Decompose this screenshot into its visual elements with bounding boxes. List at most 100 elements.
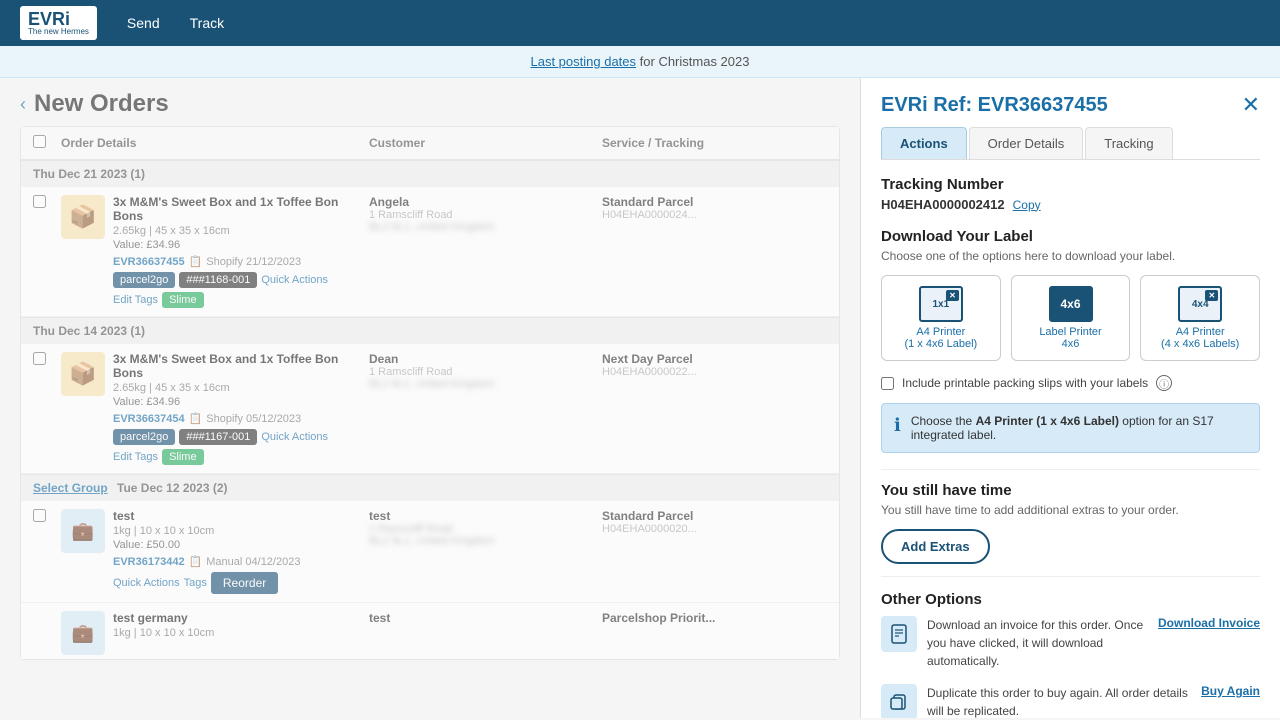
left-panel: ‹ New Orders Order Details Customer Serv… (0, 78, 860, 718)
label-options-row: 1x1 ✕ A4 Printer(1 x 4x6 Label) 4x6 Labe… (881, 275, 1260, 361)
order-image: 📦 (61, 352, 105, 396)
order-ref: EVR36173442 (113, 556, 185, 568)
order-details: test 1kg | 10 x 10 x 10cm Value: £50.00 … (113, 509, 361, 594)
order-ref-row: EVR36637455 📋 Shopify 21/12/2023 parcel2… (113, 255, 361, 308)
order-customer: Dean 1 Ramscliff RoadBL2 9L1, United Kin… (369, 352, 594, 390)
copy-tracking-link[interactable]: Copy (1013, 198, 1041, 212)
divider-2 (881, 576, 1260, 577)
tab-actions[interactable]: Actions (881, 127, 967, 159)
label-option-label-2: Label Printer4x6 (1018, 326, 1124, 350)
label-option-printer-4x6[interactable]: 4x6 Label Printer4x6 (1011, 275, 1131, 361)
reorder-button[interactable]: Reorder (211, 572, 278, 594)
badge-platform[interactable]: parcel2go (113, 429, 175, 445)
order-meta: 2.65kg | 45 x 35 x 16cm (113, 382, 361, 394)
drawer-close-button[interactable]: ✕ (1242, 94, 1260, 116)
drawer-content: Tracking Number H04EHA0000002412 Copy Do… (861, 160, 1280, 718)
buy-again-link[interactable]: Buy Again (1201, 684, 1260, 698)
edit-tags-link[interactable]: Edit Tags (113, 451, 158, 463)
logo-sub: The new Hermes (28, 28, 89, 36)
tracking-number-value: H04EHA0000002412 (881, 197, 1005, 212)
drawer-panel: EVRi Ref: EVR36637455 ✕ Actions Order De… (860, 78, 1280, 718)
packing-slip-info-icon[interactable]: ⓘ (1156, 375, 1172, 391)
label-option-label-3: A4 Printer(4 x 4x6 Labels) (1147, 326, 1253, 350)
order-name: test germany (113, 611, 361, 625)
order-service: Parcelshop Priorit... (602, 611, 827, 625)
orders-table: Order Details Customer Service / Trackin… (20, 126, 840, 660)
logo: EVRi The new Hermes (20, 6, 97, 40)
drawer-title: EVRi Ref: EVR36637455 (881, 94, 1108, 117)
main-layout: ‹ New Orders Order Details Customer Serv… (0, 78, 1280, 718)
order-customer: test (369, 611, 594, 625)
announcement-link[interactable]: Last posting dates (531, 54, 637, 69)
badge-order-id: ###1168-001 (179, 272, 257, 288)
info-banner-text: Choose the A4 Printer (1 x 4x6 Label) op… (911, 414, 1247, 442)
label-option-a4-4x4x6[interactable]: 4x4 ✕ A4 Printer(4 x 4x6 Labels) (1140, 275, 1260, 361)
select-all-checkbox[interactable] (33, 135, 46, 148)
download-invoice-link[interactable]: Download Invoice (1158, 616, 1260, 630)
label-option-a4-1x4x6[interactable]: 1x1 ✕ A4 Printer(1 x 4x6 Label) (881, 275, 1001, 361)
order-ref-row: EVR36173442 📋 Manual 04/12/2023 Quick Ac… (113, 555, 361, 594)
date-group-2: Thu Dec 14 2023 (1) (21, 317, 839, 344)
add-extras-button[interactable]: Add Extras (881, 529, 990, 564)
page-title: New Orders (34, 90, 169, 118)
order-meta: 1kg | 10 x 10 x 10cm (113, 627, 361, 639)
quick-actions-link[interactable]: Quick Actions (113, 577, 180, 589)
badge-order-id: ###1167-001 (179, 429, 257, 445)
download-label-title: Download Your Label (881, 228, 1260, 245)
other-options-title: Other Options (881, 591, 1260, 608)
order-name: 3x M&M's Sweet Box and 1x Toffee Bon Bon… (113, 352, 361, 380)
duplicate-option-text: Duplicate this order to buy again. All o… (927, 684, 1191, 718)
page-header: ‹ New Orders (0, 78, 860, 126)
customer-addr: 1 Ramscliff RoadBL2 9L1, United Kingdom (369, 523, 594, 547)
order-ref: EVR36637454 (113, 413, 185, 425)
row-checkbox[interactable] (33, 509, 46, 522)
tab-order-details[interactable]: Order Details (969, 127, 1084, 159)
packing-slip-row: Include printable packing slips with you… (881, 375, 1260, 391)
order-image: 📦 (61, 195, 105, 239)
tab-tracking[interactable]: Tracking (1085, 127, 1172, 159)
row-checkbox[interactable] (33, 195, 46, 208)
invoice-icon (881, 616, 917, 652)
order-service: Standard Parcel H04EHA0000020... (602, 509, 827, 535)
date-group-3: Select Group Tue Dec 12 2023 (2) (21, 474, 839, 501)
back-button[interactable]: ‹ (20, 94, 26, 115)
table-row: 📦 3x M&M's Sweet Box and 1x Toffee Bon B… (21, 187, 839, 317)
edit-tags-link[interactable]: Tags (184, 577, 207, 589)
nav-send[interactable]: Send (127, 15, 160, 31)
slime-badge: Slime (162, 292, 204, 308)
col-service-header: Service / Tracking (602, 136, 827, 150)
table-row: 📦 3x M&M's Sweet Box and 1x Toffee Bon B… (21, 344, 839, 474)
order-details: 3x M&M's Sweet Box and 1x Toffee Bon Bon… (113, 195, 361, 308)
label-option-label-1: A4 Printer(1 x 4x6 Label) (888, 326, 994, 350)
col-order-header: Order Details (61, 136, 361, 150)
edit-tags-link[interactable]: Edit Tags (113, 294, 158, 306)
label-icon-4x6: 4x6 (1049, 286, 1093, 322)
order-service: Standard Parcel H04EHA0000024... (602, 195, 827, 221)
quick-actions-link[interactable]: Quick Actions (261, 431, 328, 443)
label-icon-1x1: 1x1 ✕ (919, 286, 963, 322)
customer-addr: 1 Ramscliff RoadBL2 9L1, United Kingdom (369, 209, 594, 233)
info-banner-icon: ℹ (894, 415, 901, 436)
tracking-number-label: Tracking Number (881, 176, 1260, 193)
nav-track[interactable]: Track (190, 15, 224, 31)
quick-actions-link[interactable]: Quick Actions (261, 274, 328, 286)
copy-icon: 📋 (189, 555, 203, 568)
select-group-link[interactable]: Select Group (33, 481, 108, 495)
date-group-1: Thu Dec 21 2023 (1) (21, 160, 839, 187)
copy-icon: 📋 (189, 412, 203, 425)
table-row: 💼 test 1kg | 10 x 10 x 10cm Value: £50.0… (21, 501, 839, 603)
tracking-number-row: H04EHA0000002412 Copy (881, 197, 1260, 212)
still-time-title: You still have time (881, 482, 1260, 499)
platform-date: Shopify 05/12/2023 (206, 413, 301, 425)
announcement-text: for Christmas 2023 (640, 54, 750, 69)
packing-slip-checkbox[interactable] (881, 377, 894, 390)
row-checkbox[interactable] (33, 352, 46, 365)
order-name: 3x M&M's Sweet Box and 1x Toffee Bon Bon… (113, 195, 361, 223)
divider-1 (881, 469, 1260, 470)
badge-platform[interactable]: parcel2go (113, 272, 175, 288)
order-name: test (113, 509, 361, 523)
order-value: Value: £34.96 (113, 396, 361, 408)
order-image: 💼 (61, 611, 105, 655)
order-image: 💼 (61, 509, 105, 553)
order-customer: Angela 1 Ramscliff RoadBL2 9L1, United K… (369, 195, 594, 233)
